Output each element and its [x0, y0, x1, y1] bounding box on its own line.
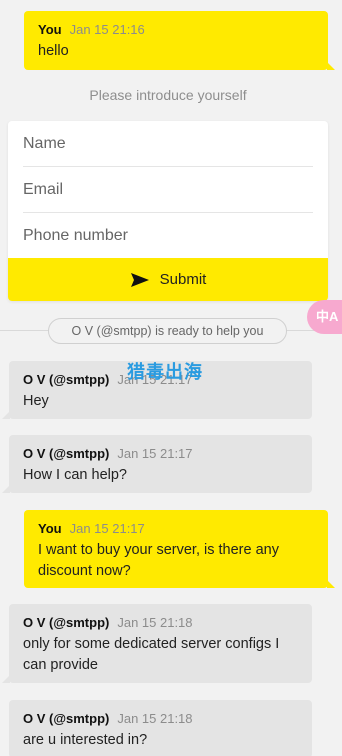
- system-notice: O V (@smtpp) is ready to help you: [48, 318, 287, 344]
- message-text: Hey: [23, 393, 49, 409]
- translate-button[interactable]: 中A: [307, 300, 342, 334]
- bubble-tail: [2, 411, 10, 419]
- name-field[interactable]: [23, 121, 313, 167]
- translate-icon: 中A: [316, 309, 339, 324]
- message-author: You: [38, 22, 62, 37]
- message-author: You: [38, 521, 62, 536]
- message-header: You Jan 15 21:17: [38, 520, 314, 538]
- watermark-logo: 猎毒出海: [127, 362, 203, 382]
- message-header: O V (@smtpp) Jan 15 21:18: [23, 614, 298, 632]
- message-header: O V (@smtpp) Jan 15 21:17: [23, 445, 298, 463]
- submit-label: Submit: [159, 271, 207, 288]
- message-bubble-outgoing: You Jan 15 21:16 hello: [24, 11, 335, 70]
- message-bubble-incoming: O V (@smtpp) Jan 15 21:17 How I can help?: [2, 435, 312, 493]
- message-bubble-incoming: O V (@smtpp) Jan 15 21:18 only for some d…: [2, 604, 312, 683]
- message-text: only for some dedicated server configs I…: [23, 636, 280, 673]
- message-header: O V (@smtpp) Jan 15 21:18: [23, 710, 298, 728]
- send-icon: [130, 272, 149, 287]
- message-author: O V (@smtpp): [23, 711, 110, 726]
- message-time: Jan 15 21:16: [69, 22, 145, 37]
- message-time: Jan 15 21:18: [117, 711, 193, 726]
- bubble-tail: [327, 62, 335, 70]
- message-author: O V (@smtpp): [23, 446, 110, 461]
- bubble-tail: [2, 675, 10, 683]
- phone-field[interactable]: [23, 213, 313, 259]
- bubble-tail: [2, 485, 10, 493]
- message-header: You Jan 15 21:16: [38, 21, 314, 39]
- message-time: Jan 15 21:17: [69, 521, 145, 536]
- email-field[interactable]: [23, 167, 313, 213]
- intro-prompt: Please introduce yourself: [89, 87, 247, 103]
- message-bubble-outgoing: You Jan 15 21:17 I want to buy your serve…: [24, 510, 335, 588]
- message-author: O V (@smtpp): [23, 372, 110, 387]
- message-text: How I can help?: [23, 467, 127, 483]
- message-text: are u interested in?: [23, 732, 148, 748]
- message-author: O V (@smtpp): [23, 615, 110, 630]
- bubble-tail: [327, 580, 335, 588]
- message-bubble-incoming: O V (@smtpp) Jan 15 21:18 are u intereste…: [9, 700, 312, 756]
- message-text: I want to buy your server, is there any …: [38, 542, 279, 579]
- message-text: hello: [38, 43, 69, 59]
- message-time: Jan 15 21:18: [117, 615, 193, 630]
- intro-form: Submit: [8, 121, 328, 301]
- message-time: Jan 15 21:17: [117, 446, 193, 461]
- submit-button[interactable]: Submit: [8, 258, 328, 301]
